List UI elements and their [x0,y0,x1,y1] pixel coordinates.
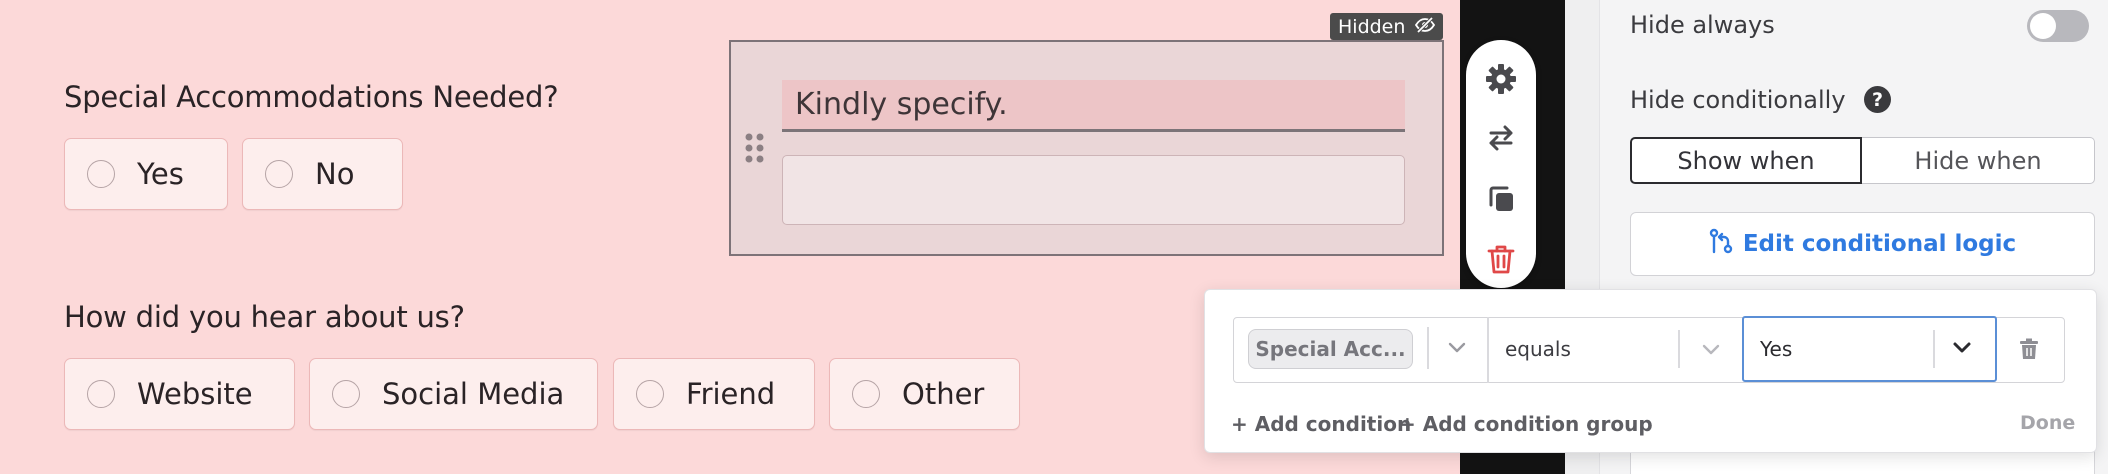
edit-conditional-logic-label: Edit conditional logic [1742,231,2017,257]
branch-icon [1709,228,1733,260]
divider [1678,330,1680,368]
field-toolbar [1466,40,1536,288]
chevron-down-icon[interactable] [1700,338,1722,364]
drag-handle-icon[interactable] [743,132,767,168]
hide-conditionally-label: Hide conditionally [1630,86,1846,114]
condition-field-value: Special Acc... [1255,337,1406,361]
radio-circle[interactable] [265,160,293,188]
gear-icon[interactable] [1481,59,1521,99]
hide-always-toggle[interactable] [2027,10,2089,42]
question-title-referral: How did you hear about us? [64,300,465,334]
option-other[interactable]: Other [829,358,1020,430]
option-social-media[interactable]: Social Media [309,358,598,430]
radio-circle[interactable] [87,380,115,408]
hidden-badge-label: Hidden [1338,15,1406,38]
option-label: No [315,157,355,191]
add-condition-group-link[interactable]: + Add condition group [1399,412,1653,436]
field-label-text: Kindly specify. [795,87,1008,122]
chevron-down-icon[interactable] [1446,336,1468,362]
radio-circle[interactable] [852,380,880,408]
hidden-badge: Hidden [1330,13,1444,40]
trash-icon[interactable] [1481,239,1521,279]
divider [1427,327,1429,369]
hide-when-label: Hide when [1914,146,2042,175]
duplicate-icon[interactable] [1481,179,1521,219]
swap-icon[interactable] [1481,118,1521,158]
option-yes[interactable]: Yes [64,138,228,210]
option-label: Friend [686,377,776,411]
condition-field-select[interactable]: Special Acc... [1248,329,1413,369]
delete-condition-icon[interactable] [2017,337,2041,365]
chevron-down-icon[interactable] [1951,337,1973,363]
divider [1487,317,1489,383]
condition-value-text: Yes [1760,337,1793,361]
radio-circle[interactable] [332,380,360,408]
hide-always-label: Hide always [1630,11,1775,39]
done-button[interactable]: Done [2020,412,2075,434]
show-when-button[interactable]: Show when [1630,137,1862,184]
add-condition-link[interactable]: + Add condition [1231,412,1411,436]
toggle-knob [2030,13,2056,39]
question-title-accommodations: Special Accommodations Needed? [64,80,559,114]
option-friend[interactable]: Friend [613,358,815,430]
show-when-label: Show when [1677,146,1815,175]
edit-conditional-logic-button[interactable]: Edit conditional logic [1630,212,2095,276]
condition-operator-select[interactable]: equals [1505,337,1571,361]
divider [1933,330,1935,368]
option-no[interactable]: No [242,138,403,210]
option-label: Other [902,377,985,411]
eye-off-icon [1415,16,1436,38]
specify-text-input[interactable] [782,155,1405,225]
visibility-mode-switch: Show when Hide when [1630,137,2095,184]
option-website[interactable]: Website [64,358,295,430]
radio-circle[interactable] [636,380,664,408]
field-label-editor[interactable]: Kindly specify. [782,80,1405,132]
hide-when-button[interactable]: Hide when [1862,137,2095,184]
option-label: Website [137,377,253,411]
radio-circle[interactable] [87,160,115,188]
option-label: Yes [137,157,184,191]
help-icon[interactable]: ? [1864,86,1891,113]
option-label: Social Media [382,377,565,411]
